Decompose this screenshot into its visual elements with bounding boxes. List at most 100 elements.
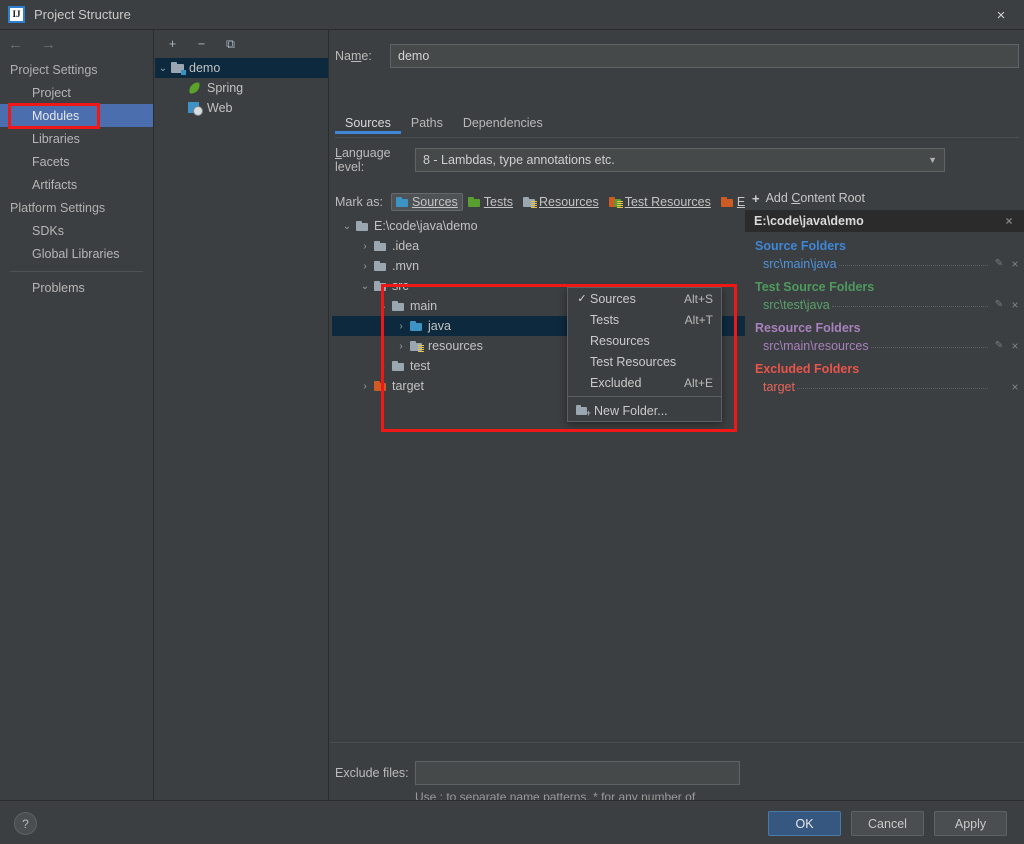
tabs-underline [335, 137, 1019, 138]
check-icon: ✓ [577, 293, 587, 305]
tree-row-label: E:\code\java\demo [374, 219, 478, 233]
content-root-path: E:\code\java\demo [754, 214, 864, 228]
remove-icon[interactable]: × [1006, 380, 1024, 394]
excluded-folders-title: Excluded Folders [755, 362, 860, 376]
edit-icon[interactable]: ✎ [992, 299, 1006, 310]
sidebar-nav: ← → [0, 30, 153, 58]
chevron-right-icon[interactable]: › [356, 261, 374, 272]
excluded-folder-path: target [763, 379, 795, 394]
edit-icon[interactable]: ✎ [992, 340, 1006, 351]
module-folder-icon [171, 62, 186, 75]
chevron-down-icon[interactable]: ▼ [928, 155, 937, 165]
context-menu-item-sources[interactable]: ✓ Sources Alt+S [568, 288, 721, 309]
mark-as-sources-button[interactable]: Sources [390, 193, 463, 211]
context-menu-label: Resources [590, 333, 650, 348]
sidebar-item-modules[interactable]: Modules [0, 104, 153, 127]
context-menu-label: Sources [590, 291, 636, 306]
context-menu-item-tests[interactable]: Tests Alt+T [568, 309, 721, 330]
test-source-folders-title: Test Source Folders [755, 280, 875, 294]
mark-as-label: Mark as: [335, 195, 383, 209]
module-facet-spring[interactable]: Spring [155, 78, 328, 98]
remove-module-icon[interactable]: − [193, 36, 210, 53]
context-menu-item-resources[interactable]: Resources [568, 330, 721, 351]
context-menu-item-excluded[interactable]: Excluded Alt+E [568, 372, 721, 393]
tree-row-label: .idea [392, 239, 420, 253]
exclude-files-input[interactable] [415, 761, 740, 785]
context-menu-shortcut: Alt+T [684, 312, 713, 327]
chevron-down-icon[interactable]: ⌄ [338, 221, 356, 232]
app-icon: IJ [8, 6, 25, 23]
sidebar-item-artifacts[interactable]: Artifacts [0, 173, 153, 196]
context-menu-item-new-folder[interactable]: + New Folder... [568, 400, 721, 421]
cancel-button[interactable]: Cancel [851, 811, 924, 836]
excluded-folder-row[interactable]: target × [745, 377, 1024, 396]
remove-icon[interactable]: × [1006, 298, 1024, 312]
project-structure-dialog: IJ Project Structure × ← → Project Setti… [0, 0, 1024, 844]
language-level-value: 8 - Lambdas, type annotations etc. [423, 153, 615, 167]
test-source-folder-path: src\test\java [763, 297, 830, 312]
remove-icon[interactable]: × [1006, 339, 1024, 353]
content-root-details: + Add Content Root E:\code\java\demo × S… [745, 186, 1024, 686]
chevron-down-icon[interactable]: ⌄ [374, 301, 392, 312]
language-level-select[interactable]: 8 - Lambdas, type annotations etc. ▼ [415, 148, 945, 172]
sidebar-item-problems[interactable]: Problems [0, 276, 153, 299]
chevron-right-icon[interactable]: › [392, 321, 410, 332]
chevron-right-icon[interactable]: › [392, 341, 410, 352]
resource-folder-row[interactable]: src\main\resources ✎ × [745, 336, 1024, 355]
mark-as-test-resources-button[interactable]: Test Resources [604, 193, 716, 211]
folder-grey-icon [374, 240, 387, 252]
chevron-down-icon[interactable]: ⌄ [356, 281, 374, 292]
folder-blue-icon [395, 196, 409, 208]
copy-module-icon[interactable]: ⧉ [222, 36, 239, 53]
folder-test-resources-icon [608, 196, 623, 209]
exclude-divider [330, 742, 1024, 743]
name-row: Name: demo [335, 44, 1019, 68]
tab-dependencies[interactable]: Dependencies [453, 112, 553, 134]
edit-icon[interactable]: ✎ [992, 258, 1006, 269]
module-item-demo[interactable]: ⌄ demo [155, 58, 328, 78]
tab-paths[interactable]: Paths [401, 112, 453, 134]
name-label: Name: [335, 49, 372, 63]
sidebar-item-project[interactable]: Project [0, 81, 153, 104]
remove-icon[interactable]: × [1006, 257, 1024, 271]
folder-grey-icon [392, 360, 405, 372]
mark-as-tests-button[interactable]: Tests [463, 193, 518, 211]
chevron-right-icon[interactable]: › [356, 381, 374, 392]
new-folder-icon: + [576, 404, 591, 417]
apply-button[interactable]: Apply [934, 811, 1007, 836]
context-menu-divider [568, 396, 721, 397]
app-icon-text: IJ [12, 9, 21, 19]
sidebar-item-libraries[interactable]: Libraries [0, 127, 153, 150]
chevron-down-icon[interactable]: ⌄ [155, 63, 171, 74]
mark-as-resources-button[interactable]: Resources [518, 193, 604, 211]
tab-sources[interactable]: Sources [335, 112, 401, 134]
sidebar-item-global-libraries[interactable]: Global Libraries [0, 242, 153, 265]
chevron-right-icon[interactable]: › [356, 241, 374, 252]
sidebar-item-facets[interactable]: Facets [0, 150, 153, 173]
sidebar-item-sdks[interactable]: SDKs [0, 219, 153, 242]
add-content-root-button[interactable]: + Add Content Root [745, 186, 1024, 210]
module-facet-web[interactable]: Web [155, 98, 328, 118]
context-menu-label: New Folder... [594, 403, 668, 418]
test-source-folder-row[interactable]: src\test\java ✎ × [745, 295, 1024, 314]
source-folder-row[interactable]: src\main\java ✎ × [745, 254, 1024, 273]
context-menu-item-test-resources[interactable]: Test Resources [568, 351, 721, 372]
language-level-label: Language level: [335, 146, 391, 174]
mark-as-toolbar: Mark as: Sources Tests Resources Test Re… [335, 192, 793, 212]
back-arrow-icon[interactable]: ← [8, 37, 23, 52]
name-input[interactable]: demo [390, 44, 1019, 68]
close-icon[interactable]: × [978, 0, 1024, 30]
ok-button[interactable]: OK [768, 811, 841, 836]
add-module-icon[interactable]: + [164, 36, 181, 53]
remove-content-root-icon[interactable]: × [1000, 214, 1018, 228]
folder-green-icon [467, 196, 481, 208]
chevron-right-icon[interactable]: › [374, 361, 392, 372]
resource-folders-title: Resource Folders [755, 321, 861, 335]
help-icon[interactable]: ? [14, 812, 37, 835]
exclude-files-row: Exclude files: [335, 761, 1024, 785]
folder-grey-icon [392, 300, 405, 312]
forward-arrow-icon[interactable]: → [41, 37, 56, 52]
folder-grey-icon [356, 220, 369, 232]
tree-row-label: java [428, 319, 451, 333]
folder-resources-icon [410, 340, 424, 353]
